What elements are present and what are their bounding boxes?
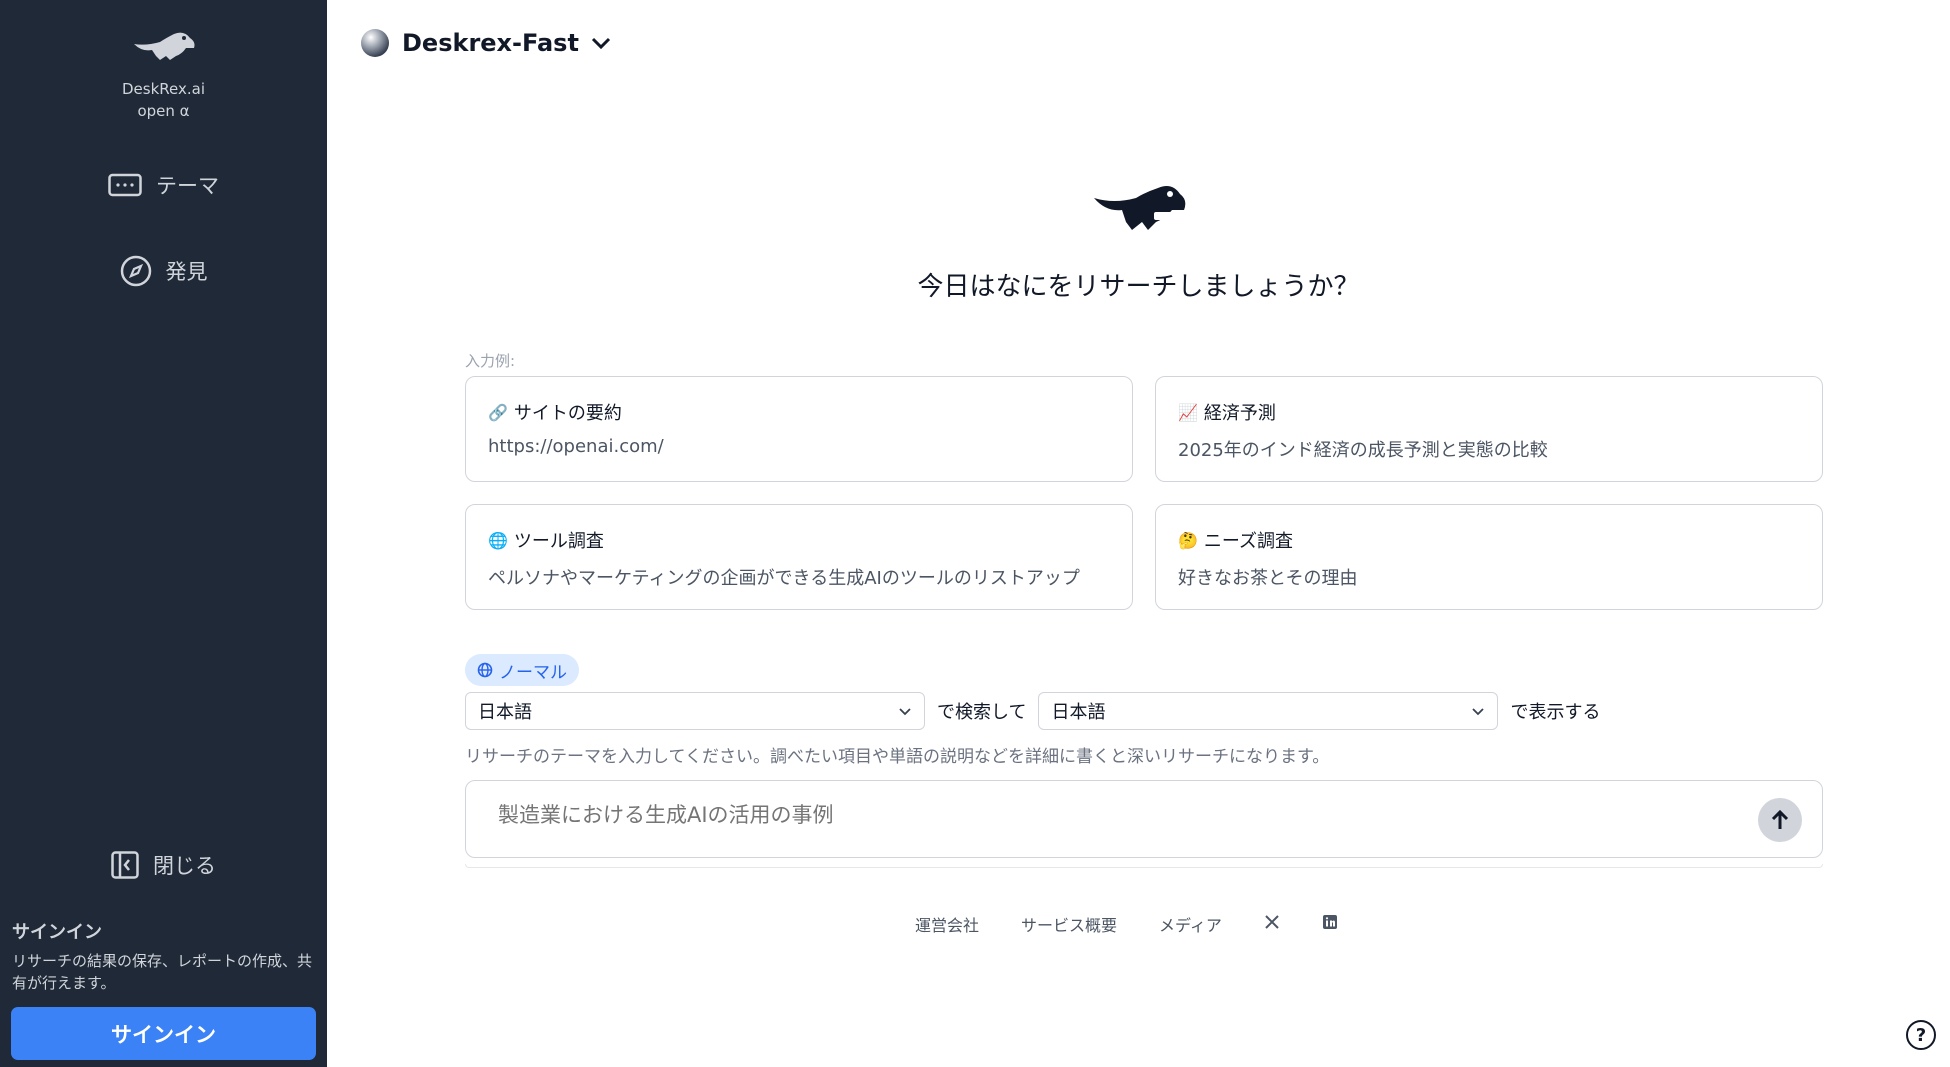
model-selector[interactable]: Deskrex-Fast <box>360 28 611 58</box>
thinking-face-icon: 🤔 <box>1178 530 1198 550</box>
display-language-select[interactable]: 日本語 <box>1038 692 1499 730</box>
query-box <box>465 780 1823 858</box>
x-icon[interactable] <box>1264 914 1280 934</box>
card-text: https://openai.com/ <box>488 436 664 457</box>
signin-title: サインイン <box>12 922 102 943</box>
display-suffix: で表示する <box>1510 702 1601 723</box>
model-orb-icon <box>361 29 389 57</box>
card-text: 2025年のインド経済の成長予測と実態の比較 <box>1178 440 1548 461</box>
link-icon: 🔗 <box>488 402 508 422</box>
example-card[interactable]: 🌐 ツール調査 ペルソナやマーケティングの企画ができる生成AIのツールのリストア… <box>465 504 1133 610</box>
language-row: 日本語 で検索して 日本語 で表示する <box>465 692 1612 730</box>
card-title-text: 経済予測 <box>1203 403 1276 424</box>
footer-link-service[interactable]: サービス概要 <box>1021 912 1117 936</box>
card-text: 好きなお茶とその理由 <box>1178 568 1358 589</box>
dino-hero-icon <box>1094 186 1186 230</box>
theme-icon <box>108 173 142 197</box>
chevron-down-icon <box>591 37 611 50</box>
chart-up-icon: 📈 <box>1178 402 1198 422</box>
card-title: 📈 経済予測 <box>1178 399 1800 425</box>
search-language-select[interactable]: 日本語 <box>465 692 925 730</box>
arrow-up-icon <box>1771 809 1789 829</box>
card-title-text: サイトの要約 <box>513 403 622 424</box>
collapse-sidebar-icon <box>111 851 139 879</box>
card-text: ペルソナやマーケティングの企画ができる生成AIのツールのリストアップ <box>488 568 1080 589</box>
card-title-text: ニーズ調査 <box>1203 531 1294 552</box>
dino-logo-icon <box>133 32 194 60</box>
hero-title: 今日はなにをリサーチしましょうか？ <box>0 266 1950 303</box>
close-label: 閉じる <box>153 854 216 878</box>
card-title: 🤔 ニーズ調査 <box>1178 527 1800 553</box>
mode-label: ノーマル <box>499 662 567 683</box>
sidebar-item-theme[interactable]: テーマ <box>0 170 327 200</box>
brand-name: DeskRex.ai <box>122 80 205 98</box>
example-card[interactable]: 📈 経済予測 2025年のインド経済の成長予測と実態の比較 <box>1155 376 1823 482</box>
model-name: Deskrex-Fast <box>402 29 579 57</box>
help-button[interactable]: ? <box>1906 1020 1936 1050</box>
chevron-down-icon <box>899 708 911 716</box>
hero-title-text: 今日はなにをリサーチしましょうか？ <box>917 272 1360 302</box>
input-hint: リサーチのテーマを入力してください。調べたい項目や単語の説明などを詳細に書くと深… <box>465 747 1330 767</box>
query-input[interactable] <box>498 803 1698 827</box>
examples-label: 入力例: <box>465 352 516 370</box>
sidebar-item-label: テーマ <box>156 174 219 198</box>
signin-button[interactable]: サインイン <box>11 1007 316 1060</box>
sidebar-close-button[interactable]: 閉じる <box>0 850 327 880</box>
chevron-down-icon <box>1472 708 1485 716</box>
globe-icon <box>477 662 493 678</box>
example-card[interactable]: 🔗 サイトの要約 https://openai.com/ <box>465 376 1133 482</box>
brand-subtitle: open α <box>137 102 190 120</box>
sidebar: DeskRex.ai open α テーマ 発見 閉じる サインイン リサーチの… <box>0 0 327 1067</box>
footer-link-company[interactable]: 運営会社 <box>915 912 979 936</box>
search-language-value: 日本語 <box>478 702 532 723</box>
card-title: 🔗 サイトの要約 <box>488 399 1110 425</box>
card-title: 🌐 ツール調査 <box>488 527 1110 553</box>
search-suffix: で検索して <box>937 702 1027 723</box>
mode-toggle[interactable]: ノーマル <box>465 654 579 686</box>
footer-link-media[interactable]: メディア <box>1159 912 1222 936</box>
signin-description: リサーチの結果の保存、レポートの作成、共有が行えます。 <box>12 952 313 992</box>
card-title-text: ツール調査 <box>513 531 604 552</box>
send-button[interactable] <box>1758 798 1802 842</box>
query-box-shadow <box>465 864 1823 868</box>
brand[interactable]: DeskRex.ai open α <box>0 26 327 122</box>
linkedin-icon[interactable] <box>1322 914 1338 934</box>
example-card[interactable]: 🤔 ニーズ調査 好きなお茶とその理由 <box>1155 504 1823 610</box>
display-language-value: 日本語 <box>1051 702 1106 723</box>
footer: 運営会社 サービス概要 メディア <box>915 912 1338 936</box>
globe-icon: 🌐 <box>488 530 508 550</box>
